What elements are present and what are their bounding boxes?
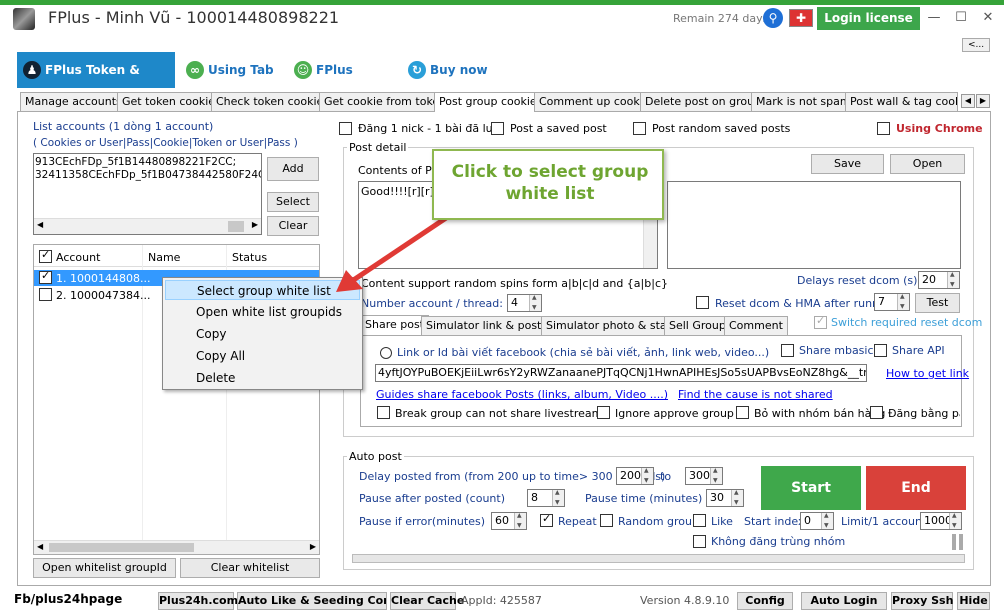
callout-arrow [336,215,448,292]
plus24h-button[interactable]: Plus24h.com [158,592,238,610]
appid-label: AppId: 425587 [461,594,542,607]
status-bar: Fb/plus24hpage Plus24h.com Auto Like & S… [0,588,1004,612]
version-label: Version 4.8.9.10 [640,594,730,607]
auto-like-button[interactable]: Auto Like & Seeding Com... [237,592,387,610]
clear-cache-button[interactable]: Clear Cache [390,592,464,610]
hide-button[interactable]: Hide [957,592,990,610]
brand-label: Fb/plus24hpage [14,592,123,606]
callout-box: Click to select group white list [432,149,664,220]
config-button[interactable]: Config [737,592,793,610]
proxy-ssh-button[interactable]: Proxy Ssh [891,592,953,610]
auto-login-button[interactable]: Auto Login [801,592,887,610]
callout-text: Click to select group white list [451,162,649,204]
